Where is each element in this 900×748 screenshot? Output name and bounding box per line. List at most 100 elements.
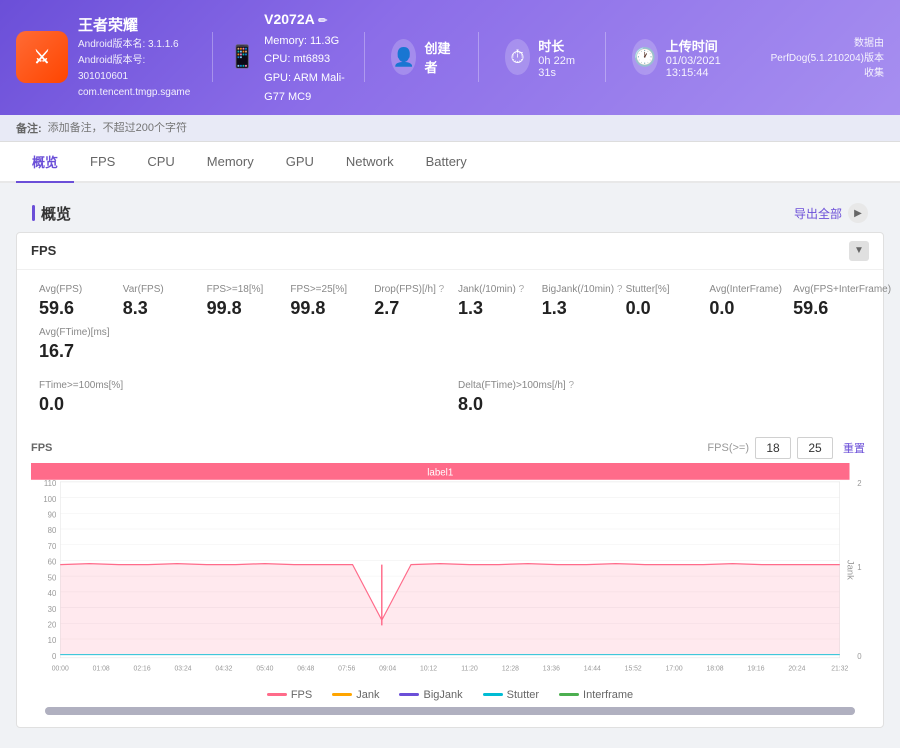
svg-text:18:08: 18:08 [707, 664, 724, 672]
tab-memory[interactable]: Memory [191, 144, 270, 181]
stat-ftime-100: FTime>=100ms[%] 0.0 [31, 376, 450, 419]
upload-value: 01/03/2021 13:15:44 [666, 55, 738, 79]
app-header: ⚔ 王者荣耀 Android版本名: 3.1.1.6 Android版本号: 3… [0, 0, 900, 115]
svg-text:02:16: 02:16 [134, 664, 151, 672]
svg-text:40: 40 [48, 588, 57, 597]
tab-gpu[interactable]: GPU [270, 144, 330, 181]
chart-scrollbar[interactable] [45, 707, 855, 715]
tab-network[interactable]: Network [330, 144, 410, 181]
svg-text:13:36: 13:36 [543, 664, 560, 672]
fps-section-title: FPS [31, 243, 56, 258]
legend-jank: Jank [332, 689, 379, 701]
device-name: V2072A ✏ [264, 8, 348, 32]
divider-1 [212, 32, 213, 82]
legend-stutter-dot [483, 693, 503, 696]
cpu-info: CPU: mt6893 [264, 50, 348, 69]
stat-avg-ftime: Avg(FTime)[ms] 16.7 [31, 323, 869, 366]
divider-3 [478, 32, 479, 82]
svg-text:11:20: 11:20 [461, 664, 478, 672]
svg-text:0: 0 [52, 651, 57, 660]
stat-var-fps: Var(FPS) 8.3 [115, 280, 199, 323]
chart-scroll-thumb[interactable] [45, 707, 855, 715]
legend-fps-dot [267, 693, 287, 696]
svg-text:100: 100 [43, 494, 56, 503]
svg-text:20: 20 [48, 620, 57, 629]
svg-text:80: 80 [48, 525, 57, 534]
note-bar: 备注: [0, 115, 900, 142]
chart-header: FPS FPS(>=) 重置 [31, 437, 869, 459]
svg-text:50: 50 [48, 573, 57, 582]
svg-text:Jank: Jank [846, 559, 856, 579]
stat-avg-fps-interframe: Avg(FPS+InterFrame) 59.6 [785, 280, 869, 323]
duration-value: 0h 22m 31s [538, 55, 579, 79]
svg-text:14:44: 14:44 [584, 664, 601, 672]
svg-text:05:40: 05:40 [256, 664, 273, 672]
fps-stats-row2: FTime>=100ms[%] 0.0 Delta(FTime)>100ms[/… [17, 372, 883, 429]
stat-avg-fps: Avg(FPS) 59.6 [31, 280, 115, 323]
device-text: V2072A ✏ Memory: 11.3G CPU: mt6893 GPU: … [264, 8, 348, 107]
legend-interframe-dot [559, 693, 579, 696]
svg-text:30: 30 [48, 604, 57, 613]
upload-icon: 🕐 [632, 39, 658, 75]
fps-stats-grid: Avg(FPS) 59.6 Var(FPS) 8.3 FPS>=18[%] 99… [17, 270, 883, 372]
legend-stutter: Stutter [483, 689, 539, 701]
stat-big-jank: BigJank(/10min) ? 1.3 [534, 280, 618, 323]
stat-delta-ftime: Delta(FTime)>100ms[/h] ? 8.0 [450, 376, 869, 419]
overview-title: 概览 [32, 203, 71, 224]
fps-reset-button[interactable]: 重置 [839, 438, 869, 458]
chart-legend: FPS Jank BigJank Stutter Interframe [31, 683, 869, 703]
game-icon: ⚔ [16, 31, 68, 83]
duration-text: 时长 0h 22m 31s [538, 36, 579, 79]
android-code: Android版本号: 301010601 [78, 53, 196, 85]
tab-cpu[interactable]: CPU [131, 144, 190, 181]
svg-text:0: 0 [857, 651, 862, 660]
fps-threshold-input-2[interactable] [797, 437, 833, 459]
stat-avg-interframe: Avg(InterFrame) 0.0 [701, 280, 785, 323]
note-label: 备注: [16, 120, 42, 136]
svg-text:90: 90 [48, 510, 57, 519]
svg-text:110: 110 [44, 478, 57, 487]
svg-text:06:48: 06:48 [297, 664, 314, 672]
svg-text:60: 60 [48, 557, 57, 566]
svg-text:10:12: 10:12 [420, 664, 437, 672]
stat-drop-fps: Drop(FPS)[/h] ? 2.7 [366, 280, 450, 323]
legend-bigjank-dot [399, 693, 419, 696]
upload-stat: 🕐 上传时间 01/03/2021 13:15:44 [622, 36, 748, 79]
stat-fps-18: FPS>=18[%] 99.8 [199, 280, 283, 323]
legend-bigjank: BigJank [399, 689, 462, 701]
duration-stat: ⏱ 时长 0h 22m 31s [495, 36, 589, 79]
game-title: 王者荣耀 [78, 14, 196, 35]
game-text: 王者荣耀 Android版本名: 3.1.1.6 Android版本号: 301… [78, 14, 196, 101]
svg-text:1: 1 [857, 562, 862, 571]
game-info: ⚔ 王者荣耀 Android版本名: 3.1.1.6 Android版本号: 3… [16, 14, 196, 101]
package-name: com.tencent.tmgp.sgame [78, 85, 196, 101]
duration-label: 时长 [538, 36, 579, 55]
gpu-info: GPU: ARM Mali-G77 MC9 [264, 69, 348, 106]
export-button[interactable]: 导出全部 [794, 205, 842, 222]
svg-text:19:16: 19:16 [747, 664, 764, 672]
stat-jank: Jank(/10min) ? 1.3 [450, 280, 534, 323]
svg-text:17:00: 17:00 [666, 664, 683, 672]
svg-text:21:32: 21:32 [831, 664, 848, 672]
collapse-overview-button[interactable]: ▶ [848, 203, 868, 223]
svg-text:12:28: 12:28 [502, 664, 519, 672]
creator-label: 创建者 [424, 38, 452, 76]
chart-label: FPS [31, 442, 52, 454]
creator-icon: 👤 [391, 39, 416, 75]
clock-icon: ⏱ [505, 39, 531, 75]
note-input[interactable] [48, 122, 884, 134]
fps-collapse-button[interactable]: ▼ [849, 241, 869, 261]
memory-info: Memory: 11.3G [264, 32, 348, 51]
tab-fps[interactable]: FPS [74, 144, 131, 181]
stat-fps-25: FPS>=25[%] 99.8 [282, 280, 366, 323]
svg-text:2: 2 [857, 478, 862, 487]
legend-fps: FPS [267, 689, 312, 701]
device-icon: 📱 [229, 44, 256, 70]
fps-threshold-input-1[interactable] [755, 437, 791, 459]
stat-stutter: Stutter[%] 0.0 [618, 280, 702, 323]
tab-battery[interactable]: Battery [410, 144, 483, 181]
android-version: Android版本名: 3.1.1.6 [78, 37, 196, 53]
creator-text: 创建者 [424, 38, 452, 76]
tab-overview[interactable]: 概览 [16, 142, 74, 183]
nav-tabs: 概览 FPS CPU Memory GPU Network Battery [0, 142, 900, 183]
